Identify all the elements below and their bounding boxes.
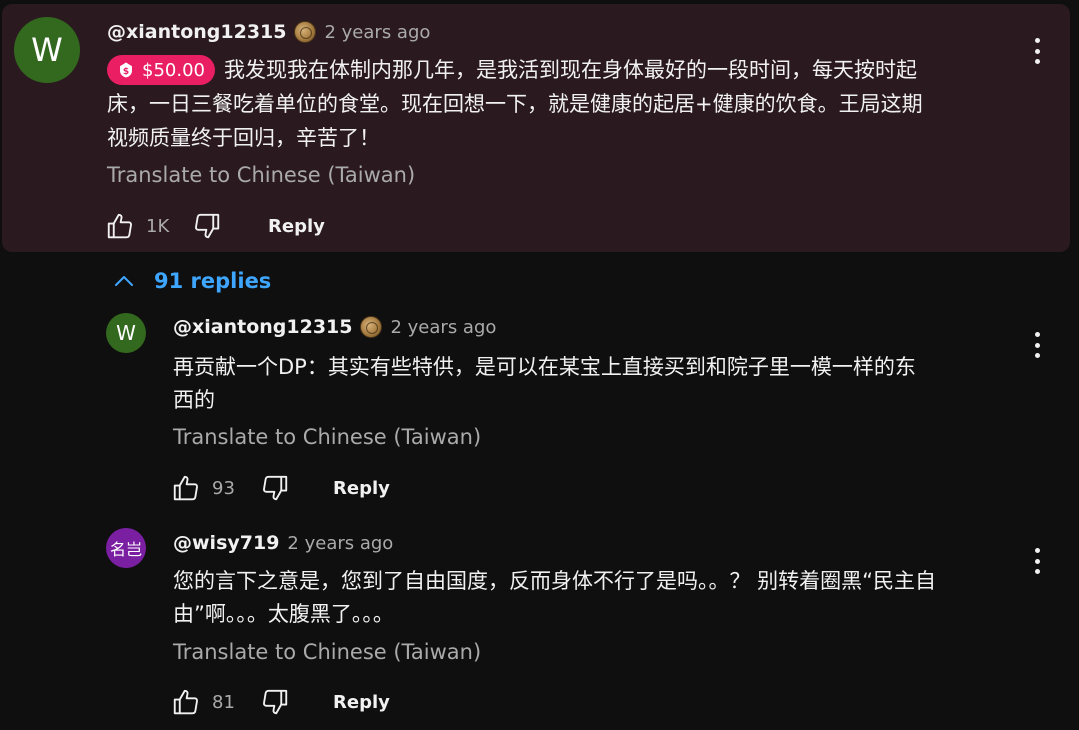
chevron-up-icon (115, 276, 133, 286)
reply-text-line: 再贡献一个DP：其实有些特供，是可以在某宝上直接买到和院子里一模一样的东 (173, 355, 916, 379)
member-badge-icon (360, 316, 383, 338)
like-count: 1K (146, 215, 170, 237)
timestamp[interactable]: 2 years ago (324, 22, 430, 43)
more-vert-icon[interactable] (1025, 330, 1049, 360)
comment-text-line: 我发现我在体制内那几年，是我活到现在身体最好的一段时间，每天按时起 (224, 58, 917, 82)
comment-header: @xiantong12315 2 years ago (107, 18, 430, 46)
translate-button[interactable]: Translate to Chinese (Taiwan) (173, 425, 481, 449)
member-badge-icon (294, 21, 317, 43)
timestamp[interactable]: 2 years ago (390, 317, 496, 338)
like-count: 81 (212, 691, 235, 713)
svg-text:$: $ (123, 67, 129, 77)
avatar[interactable]: W (106, 313, 146, 353)
reply-header: @wisy719 2 years ago (173, 529, 393, 557)
reply-text-line: 您的言下之意是，您到了自由国度，反而身体不行了是吗。。？ 别转着圈黑“民主自 (173, 569, 937, 593)
more-vert-icon[interactable] (1025, 36, 1049, 66)
translate-button[interactable]: Translate to Chinese (Taiwan) (173, 640, 481, 664)
comments-page: W @xiantong12315 2 years ago $ $50.00 我发… (0, 0, 1079, 730)
reply-header: @xiantong12315 2 years ago (173, 313, 496, 341)
super-chat-amount-chip: $ $50.00 (107, 55, 215, 85)
thumbs-down-icon[interactable] (257, 470, 293, 506)
money-bag-icon: $ (120, 62, 132, 78)
comment-text-line: 视频质量终于回归，辛苦了！ (107, 126, 380, 150)
comment-text-line: 床，一日三餐吃着单位的食堂。现在回想一下，就是健康的起居+健康的饮食。王局这期 (107, 92, 923, 116)
thumbs-down-icon[interactable] (257, 684, 293, 720)
reply-button[interactable]: Reply (333, 692, 390, 713)
reply-text-line: 由”啊。。。太腹黑了。。。 (173, 602, 394, 626)
replies-toggle[interactable]: 91 replies (112, 266, 271, 296)
comment-actions: 1K (102, 208, 225, 244)
timestamp[interactable]: 2 years ago (287, 533, 393, 554)
thumbs-up-icon[interactable] (168, 684, 204, 720)
thumbs-down-icon[interactable] (189, 208, 225, 244)
avatar[interactable]: W (14, 17, 80, 83)
like-count: 93 (212, 477, 235, 499)
reply-button[interactable]: Reply (268, 216, 325, 237)
replies-count-label: 91 replies (154, 269, 272, 293)
author-name[interactable]: @xiantong12315 (173, 316, 352, 338)
author-name[interactable]: @wisy719 (173, 532, 279, 554)
avatar[interactable]: 名岂 (106, 528, 146, 568)
author-name[interactable]: @xiantong12315 (107, 21, 286, 43)
more-vert-icon[interactable] (1025, 546, 1049, 576)
thumbs-up-icon[interactable] (168, 470, 204, 506)
reply-actions: 81 (168, 684, 293, 720)
thumbs-up-icon[interactable] (102, 208, 138, 244)
translate-button[interactable]: Translate to Chinese (Taiwan) (107, 163, 415, 187)
reply-actions: 93 (168, 470, 293, 506)
super-chat-amount: $50.00 (142, 59, 205, 81)
reply-text-line: 西的 (173, 388, 215, 412)
reply-button[interactable]: Reply (333, 478, 390, 499)
